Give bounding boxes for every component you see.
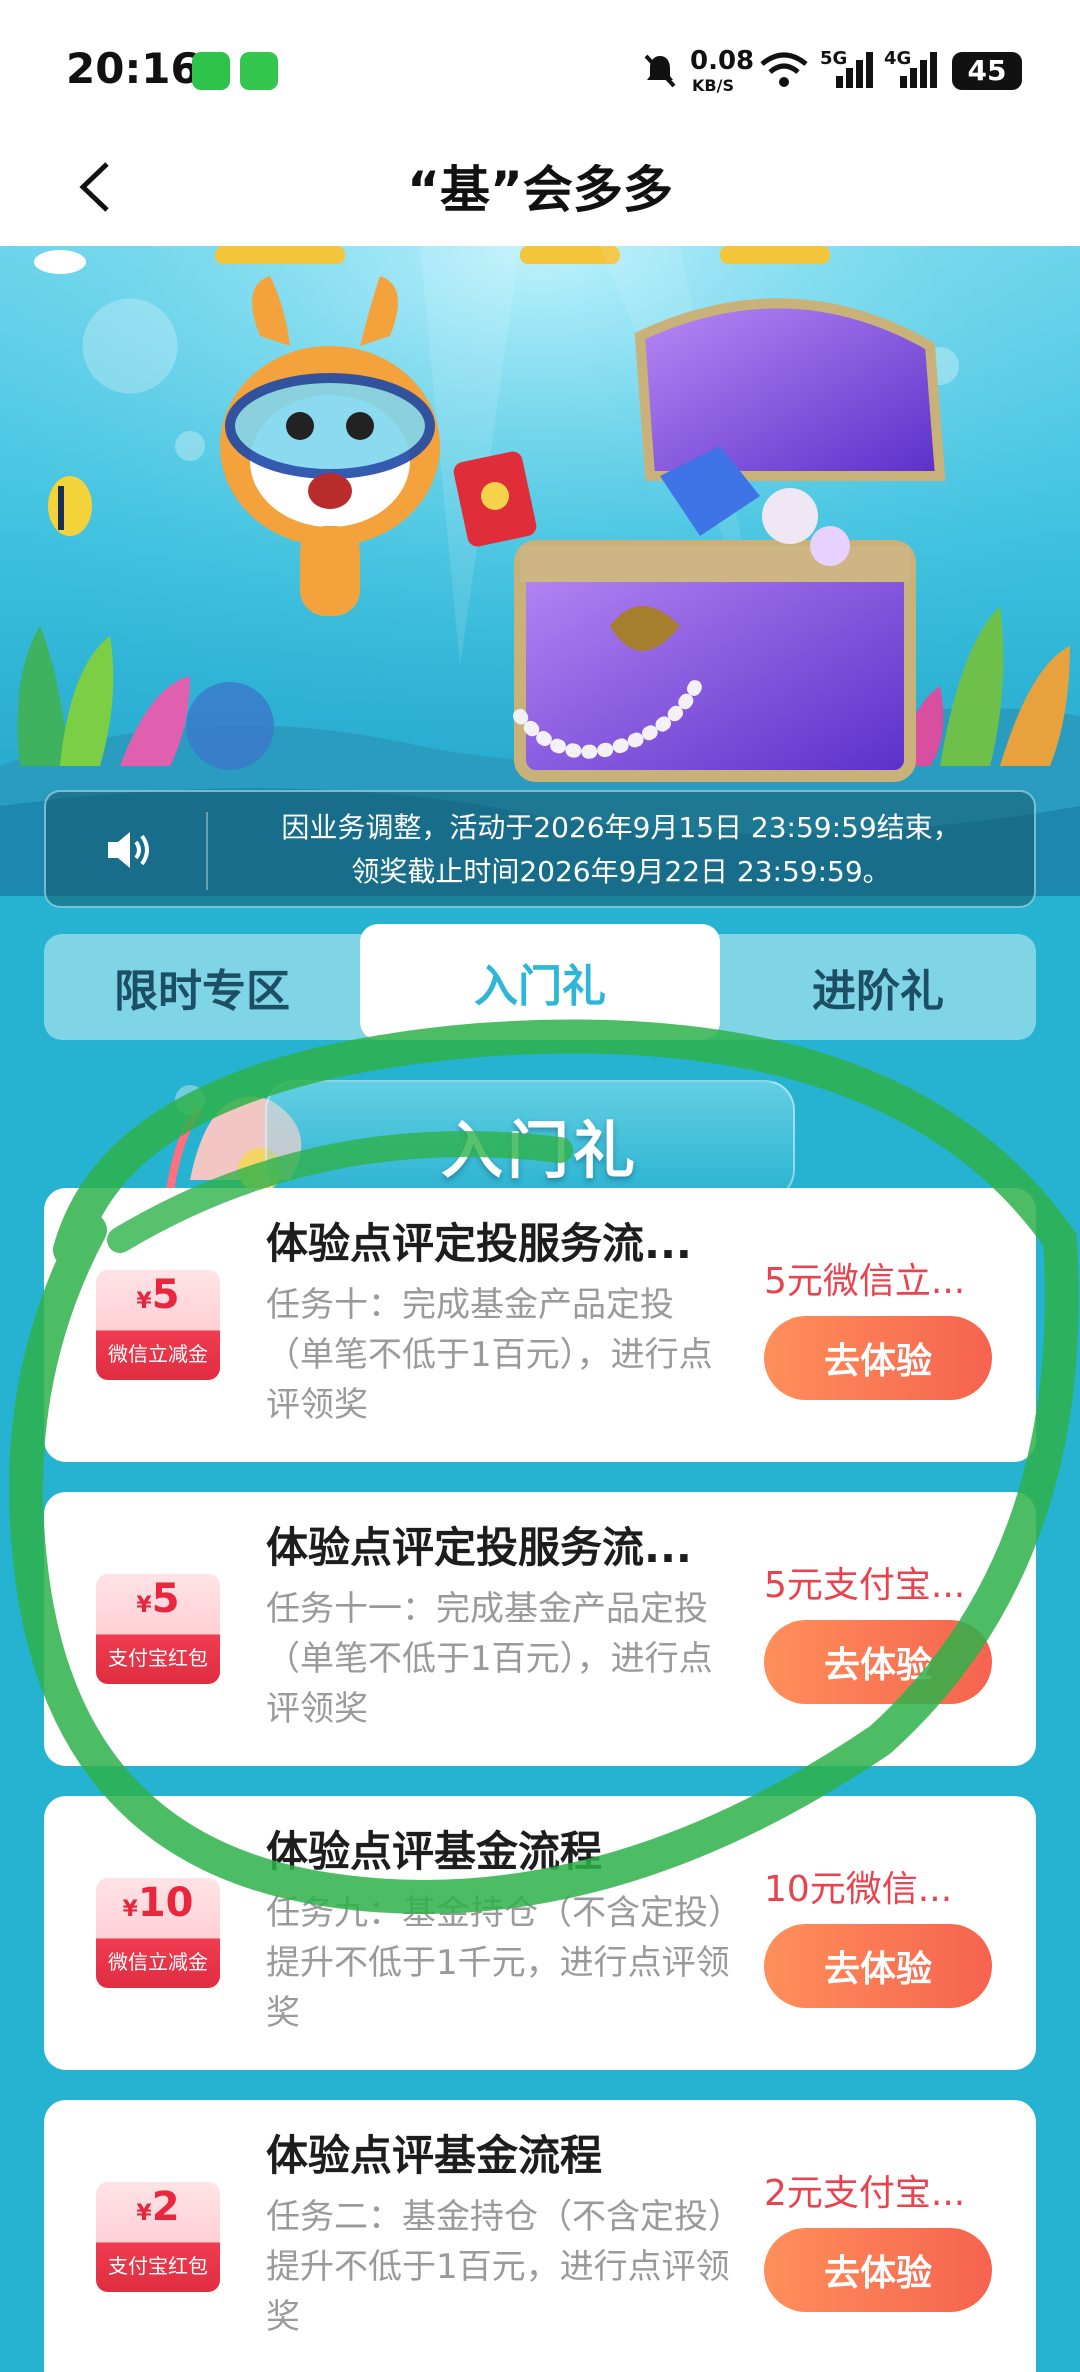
tab-bar: 限时专区 入门礼 进阶礼 [44,924,1036,1040]
task-card: ¥5 支付宝红包 体验点评定投服务流... 任务十一：完成基金产品定投（单笔不低… [44,1492,1036,1766]
task-title: 体验点评基金流程 [266,2131,603,2180]
notice-banner: 因业务调整，活动于2026年9月15日 23:59:59结束， 领奖截止时间20… [44,790,1036,908]
task-description: 任务二：基金持仓（不含定投）提升不低于1百元，进行点评领奖 [266,2197,730,2337]
signal-bars-icon [900,52,937,88]
task-reward: 10元微信... [764,1869,953,1910]
coupon-badge: ¥10 微信立减金 [96,1878,220,1988]
mute-bell-icon [644,54,676,88]
notice-line-2: 领奖截止时间2026年9月22日 23:59:59。 [351,855,891,888]
task-reward: 2元支付宝... [764,2173,966,2214]
notice-line-1: 因业务调整，活动于2026年9月15日 23:59:59结束， [281,811,961,844]
tab-advanced-gift[interactable]: 进阶礼 [720,934,1036,1040]
coupon-amount: ¥10 [122,1880,194,1926]
task-reward: 5元微信立... [764,1261,966,1302]
task-card: ¥2 支付宝红包 体验点评基金流程 任务二：基金持仓（不含定投）提升不低于1百元… [44,2100,1036,2372]
coupon-badge: ¥2 支付宝红包 [96,2182,220,2292]
coupon-amount: ¥5 [136,1576,180,1622]
status-bar: 20:16 0.08 KB/S 5G 4G 45 [0,0,1080,128]
coupon-amount: ¥5 [136,1272,180,1318]
status-time: 20:16 [66,44,200,93]
coupon-type: 支付宝红包 [108,1646,208,1670]
task-card: ¥5 微信立减金 体验点评定投服务流... 任务十：完成基金产品定投（单笔不低于… [44,1188,1036,1462]
wifi-icon [760,52,808,87]
task-description: 任务九：基金持仓（不含定投）提升不低于1千元，进行点评领奖 [266,1893,730,2033]
section-header: 入门礼 [0,1050,1080,1200]
notice-divider [206,812,208,890]
coupon-badge: ¥5 支付宝红包 [96,1574,220,1684]
coupon-type: 微信立减金 [108,1342,208,1366]
try-button[interactable]: 去体验 [764,1620,992,1704]
coupon-type: 支付宝红包 [108,2254,208,2278]
tab-limited-time[interactable]: 限时专区 [44,934,360,1040]
try-button[interactable]: 去体验 [764,1924,992,2008]
task-description: 任务十：完成基金产品定投（单笔不低于1百元），进行点评领奖 [266,1285,713,1425]
message-icon [240,52,278,90]
section-title: 入门礼 [440,1114,639,1187]
coupon-amount: ¥2 [136,2184,180,2230]
notice-text: 因业务调整，活动于2026年9月15日 23:59:59结束， 领奖截止时间20… [226,806,1016,894]
task-title: 体验点评基金流程 [266,1827,603,1876]
task-title: 体验点评定投服务流... [266,1523,692,1572]
battery-indicator: 45 [952,52,1022,90]
net-speed: 0.08 [690,46,755,76]
signal-bars-icon [836,52,873,88]
task-title: 体验点评定投服务流... [266,1219,692,1268]
tab-entry-gift[interactable]: 入门礼 [360,924,720,1040]
title-bar: “基”会多多 [0,128,1080,246]
coupon-type: 微信立减金 [108,1950,208,1974]
net-speed-unit: KB/S [692,76,734,95]
speaker-icon[interactable] [102,824,154,876]
coupon-badge: ¥5 微信立减金 [96,1270,220,1380]
task-description: 任务十一：完成基金产品定投（单笔不低于1百元），进行点评领奖 [266,1589,713,1729]
try-button[interactable]: 去体验 [764,2228,992,2312]
task-reward: 5元支付宝... [764,1565,966,1606]
wechat-icon [192,52,230,90]
page-title: “基”会多多 [407,161,673,219]
task-card: ¥10 微信立减金 体验点评基金流程 任务九：基金持仓（不含定投）提升不低于1千… [44,1796,1036,2070]
try-button[interactable]: 去体验 [764,1316,992,1400]
